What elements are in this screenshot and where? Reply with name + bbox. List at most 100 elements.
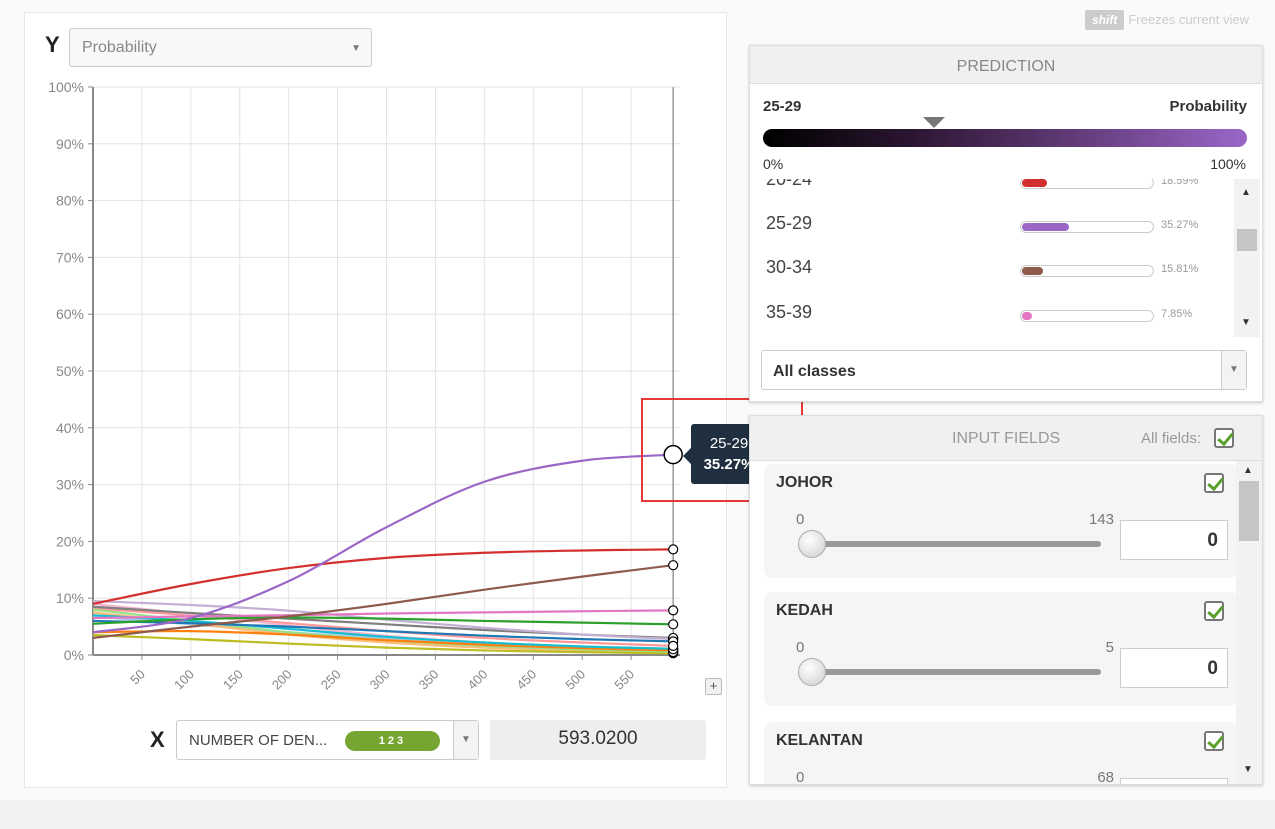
prediction-header: 25-29 Probability xyxy=(763,98,1247,115)
class-list-scrollbar[interactable]: ▲ ▼ xyxy=(1234,179,1260,337)
input-fields-panel: INPUT FIELDS All fields: JOHOR 0 143 0 K… xyxy=(749,415,1263,785)
y-tick-label: 70% xyxy=(56,249,84,265)
slider-min: 0 xyxy=(796,769,805,785)
field-value-input[interactable]: 0 xyxy=(1120,520,1228,560)
chevron-down-icon: ▼ xyxy=(453,721,478,759)
scrollbar-thumb[interactable] xyxy=(1239,481,1259,541)
series-line xyxy=(92,564,674,640)
scroll-down-icon[interactable]: ▼ xyxy=(1241,317,1251,328)
all-fields-checkbox[interactable] xyxy=(1214,428,1234,448)
input-field-kelantan: KELANTAN 0 68 xyxy=(764,722,1238,785)
freeze-hint: shift Freezes current view xyxy=(1085,10,1249,30)
class-percent: 35.27% xyxy=(1161,219,1199,231)
y-tick-label: 50% xyxy=(56,363,84,379)
x-axis-select-value: NUMBER OF DEN... xyxy=(189,732,328,749)
class-filter-select[interactable]: All classes ▼ xyxy=(761,350,1247,390)
x-axis-select[interactable]: NUMBER OF DEN... 123 ▼ xyxy=(176,720,479,760)
input-fields-title: INPUT FIELDS xyxy=(952,430,1061,447)
slider-handle[interactable] xyxy=(798,530,826,558)
class-list[interactable]: 20-24 18.59% 25-29 35.27% 30-34 15.81% 3… xyxy=(752,179,1234,337)
zoom-in-button[interactable]: + xyxy=(705,678,722,695)
slider-max: 143 xyxy=(1088,511,1114,528)
class-row[interactable]: 30-34 15.81% xyxy=(766,257,1226,287)
y-tick-label: 40% xyxy=(56,420,84,436)
class-bar xyxy=(1020,310,1154,322)
class-bar-fill xyxy=(1022,267,1043,275)
class-row[interactable]: 35-39 7.85% xyxy=(766,302,1226,332)
class-row[interactable]: 20-24 18.59% xyxy=(766,179,1226,199)
y-tick-label: 90% xyxy=(56,136,84,152)
class-bar xyxy=(1020,179,1154,189)
slider-track[interactable] xyxy=(804,669,1101,675)
class-label: 20-24 xyxy=(766,179,813,189)
class-percent: 18.59% xyxy=(1161,179,1199,187)
probability-gradient-bar xyxy=(763,129,1247,147)
slider-handle[interactable] xyxy=(798,658,826,686)
scroll-up-icon[interactable]: ▲ xyxy=(1243,465,1253,476)
field-name: JOHOR xyxy=(776,474,833,491)
field-value-input[interactable]: 0 xyxy=(1120,648,1228,688)
x-tick-label: 550 xyxy=(611,667,637,693)
slider-track[interactable] xyxy=(804,541,1101,547)
scrollbar-thumb[interactable] xyxy=(1237,229,1257,251)
numeric-type-badge: 123 xyxy=(345,731,440,751)
field-name: KEDAH xyxy=(776,602,833,619)
class-bar-fill xyxy=(1022,312,1032,320)
prediction-title: PREDICTION xyxy=(750,46,1262,84)
input-field-johor: JOHOR 0 143 0 xyxy=(764,464,1238,578)
y-tick-label: 20% xyxy=(56,533,84,549)
x-tick-label: 400 xyxy=(465,667,491,693)
class-label: 35-39 xyxy=(766,302,813,322)
tooltip-label: 25-29 xyxy=(709,435,749,452)
probability-chart[interactable]: 0% 10% 20% 30% 40% 50% 60% 70% 80% 90% 100% 50 100 15… xyxy=(0,0,760,700)
x-tick-label: 100 xyxy=(171,667,197,693)
series-end-point xyxy=(668,619,679,630)
field-name: KELANTAN xyxy=(776,732,863,749)
x-tick-label: 50 xyxy=(127,667,148,688)
slider-max: 5 xyxy=(1105,639,1114,656)
scroll-down-icon[interactable]: ▼ xyxy=(1243,764,1253,775)
freeze-hint-text: Freezes current view xyxy=(1128,12,1249,27)
x-tick-label: 450 xyxy=(513,667,539,693)
bottom-band xyxy=(0,800,1275,829)
y-tick-label: 10% xyxy=(56,590,84,606)
field-checkbox[interactable] xyxy=(1204,731,1224,751)
input-fields-header: INPUT FIELDS All fields: xyxy=(750,416,1262,461)
x-tick-label: 250 xyxy=(318,667,344,693)
x-value-display[interactable]: 593.0200 xyxy=(490,720,706,760)
field-checkbox[interactable] xyxy=(1204,473,1224,493)
y-tick-label: 60% xyxy=(56,306,84,322)
x-axis-letter: X xyxy=(150,727,165,752)
series-end-point xyxy=(668,605,679,616)
scale-max: 100% xyxy=(1210,156,1246,172)
y-tick-label: 100% xyxy=(48,79,84,95)
chevron-down-icon: ▼ xyxy=(1221,351,1246,389)
shift-key-badge: shift xyxy=(1085,10,1125,30)
metric-label: Probability xyxy=(1169,98,1247,115)
class-bar-fill xyxy=(1022,179,1047,187)
field-value-input[interactable] xyxy=(1120,778,1228,784)
class-label: 25-29 xyxy=(766,213,813,233)
prediction-panel: PREDICTION 25-29 Probability 0% 100% 20-… xyxy=(749,45,1263,402)
input-fields-scrollbar[interactable]: ▲ ▼ xyxy=(1236,461,1262,784)
x-tick-label: 350 xyxy=(416,667,442,693)
series-end-point xyxy=(668,560,679,571)
x-tick-label: 500 xyxy=(562,667,588,693)
slider-max: 68 xyxy=(1097,769,1114,785)
class-bar xyxy=(1020,265,1154,277)
scale-min: 0% xyxy=(763,156,784,172)
y-tick-label: 80% xyxy=(56,193,84,209)
class-row[interactable]: 25-29 35.27% xyxy=(766,213,1226,243)
all-fields-label: All fields: xyxy=(1141,430,1202,447)
slider-min: 0 xyxy=(796,639,805,656)
series-end-point xyxy=(668,640,679,652)
scroll-up-icon[interactable]: ▲ xyxy=(1241,187,1251,198)
y-tick-label: 0% xyxy=(64,647,84,663)
class-filter-value: All classes xyxy=(773,363,856,380)
scale-pointer-icon xyxy=(922,117,945,128)
class-bar xyxy=(1020,221,1154,233)
x-tick-label: 150 xyxy=(220,667,246,693)
class-label: 30-34 xyxy=(766,257,813,277)
x-tick-label: 300 xyxy=(367,667,393,693)
field-checkbox[interactable] xyxy=(1204,601,1224,621)
